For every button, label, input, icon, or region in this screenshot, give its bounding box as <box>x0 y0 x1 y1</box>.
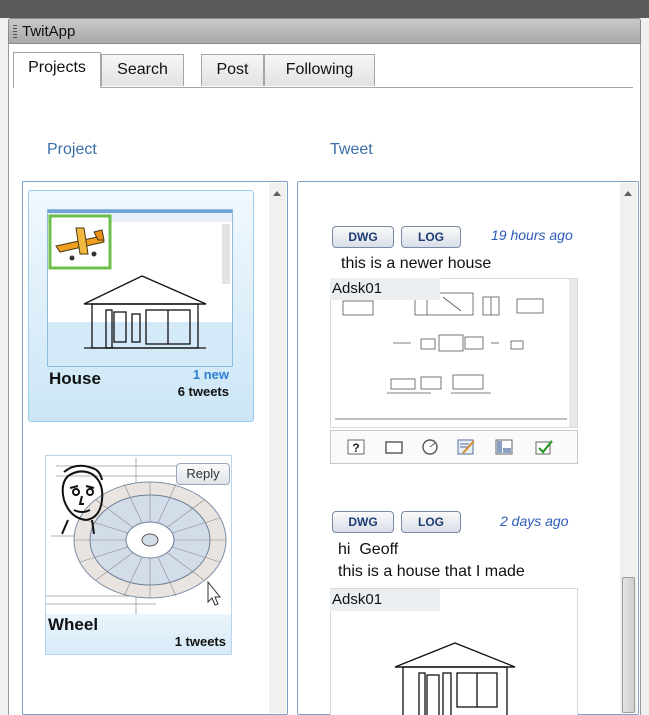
tweet-column-header: Tweet <box>330 141 373 158</box>
dwg-button[interactable]: DWG <box>332 511 394 533</box>
tweet-list-scrollbar[interactable] <box>620 183 637 713</box>
tweet-count: 6 tweets <box>177 384 229 399</box>
tweet-time: 2 days ago <box>500 513 569 529</box>
layout-icon[interactable] <box>495 439 513 455</box>
tweet-time: 19 hours ago <box>491 227 573 243</box>
project-column-header: Project <box>47 141 97 158</box>
project-list-scrollbar[interactable] <box>269 183 286 713</box>
window-title: TwitApp <box>22 23 76 40</box>
tab-following[interactable]: Following <box>264 54 375 86</box>
tweet-user: Adsk01 <box>330 278 440 300</box>
tab-search[interactable]: Search <box>101 54 184 86</box>
compass-icon[interactable] <box>421 439 439 455</box>
window-titlebar[interactable]: TwitApp <box>8 18 641 44</box>
tweet-count-wheel: 1 tweets <box>174 634 226 649</box>
top-strip <box>0 0 649 18</box>
tweet-drawing-image[interactable] <box>330 278 578 428</box>
tweet-user: Adsk01 <box>330 589 440 611</box>
tweet-message-line-2: this is a house that I made <box>338 563 525 580</box>
tab-divider <box>13 87 633 88</box>
svg-text:?: ? <box>352 441 359 455</box>
log-button[interactable]: LOG <box>401 511 461 533</box>
checklist-icon[interactable] <box>535 439 553 455</box>
note-icon[interactable] <box>457 439 475 455</box>
rectangle-icon[interactable] <box>385 439 403 455</box>
scroll-up-icon[interactable] <box>624 191 632 196</box>
grip-icon[interactable] <box>13 25 17 38</box>
house-thumbnail <box>47 209 233 367</box>
tweet-message: this is a newer house <box>341 255 492 272</box>
dwg-button[interactable]: DWG <box>332 226 394 248</box>
tab-projects[interactable]: Projects <box>13 52 101 88</box>
project-name: House <box>49 369 101 388</box>
scroll-up-icon[interactable] <box>273 191 281 196</box>
project-name-wheel: Wheel <box>48 615 99 634</box>
log-button[interactable]: LOG <box>401 226 461 248</box>
new-badge: 1 new <box>192 367 229 382</box>
help-icon[interactable]: ? <box>347 439 365 455</box>
scrollbar-thumb[interactable] <box>622 577 635 713</box>
tweet-message-line-1: hi Geoff <box>338 541 399 558</box>
project-card-house[interactable]: House 1 new 6 tweets <box>28 190 254 422</box>
tab-post[interactable]: Post <box>201 54 264 86</box>
reply-button[interactable]: Reply <box>176 463 230 485</box>
project-card-wheel[interactable]: Wheel 1 tweets <box>45 455 232 655</box>
tweet-action-bar: ? <box>330 430 578 464</box>
